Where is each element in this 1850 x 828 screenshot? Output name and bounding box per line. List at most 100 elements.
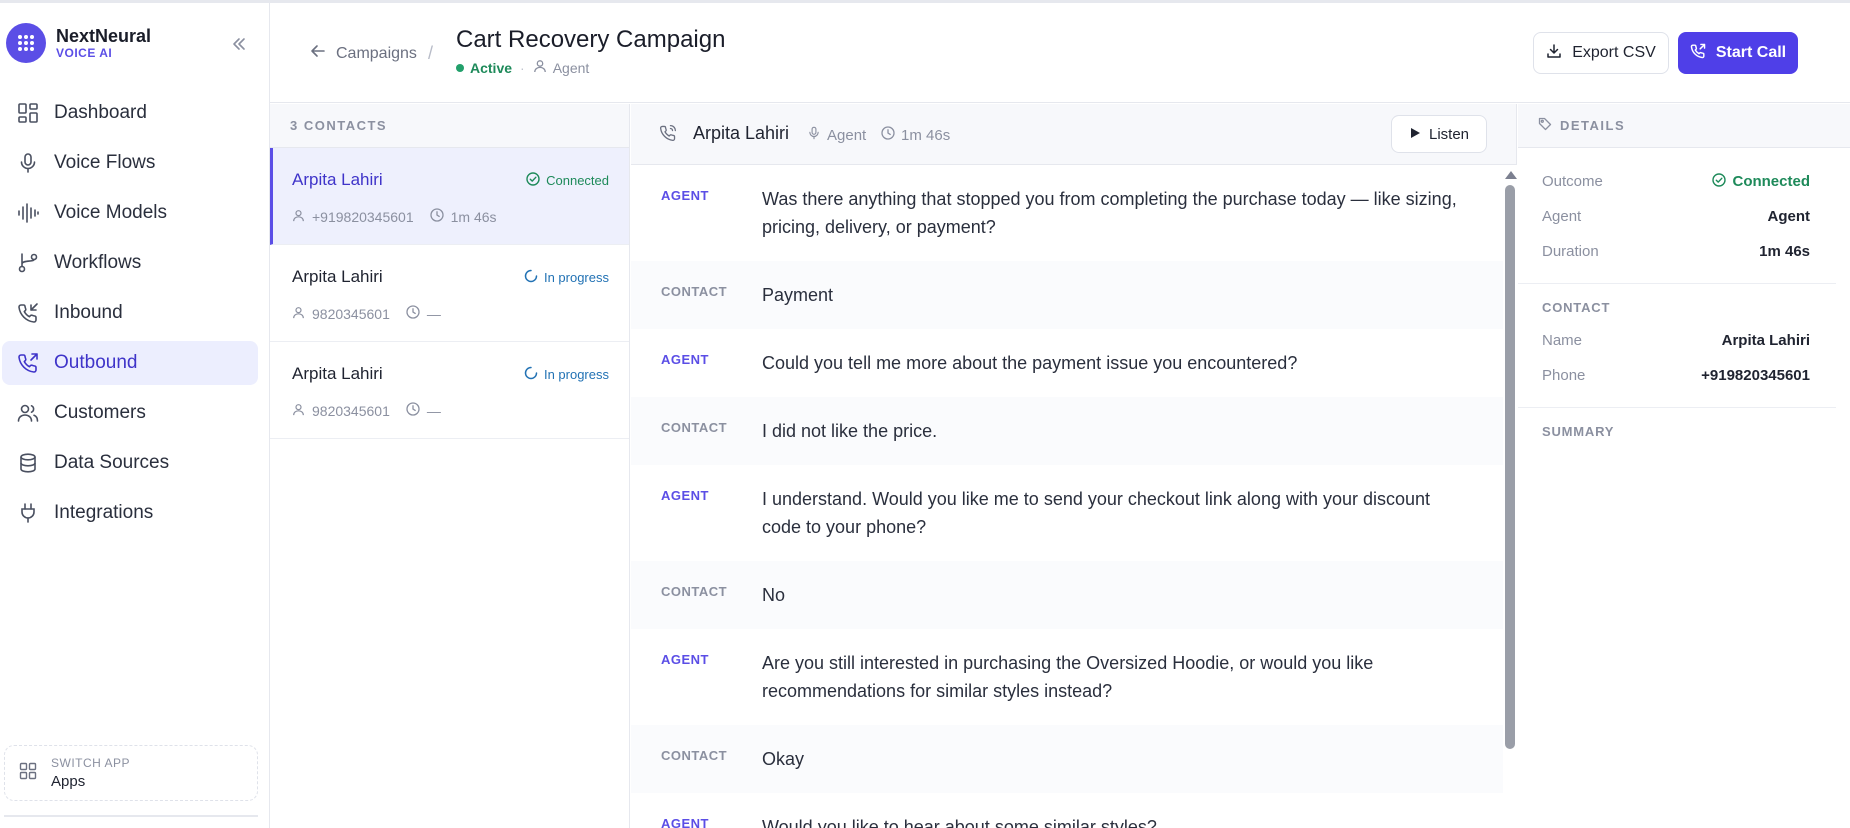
sidebar-item-label: Workflows [54,252,142,273]
dashboard-icon [16,101,40,125]
transcript-agent: Agent [807,126,866,144]
message-role: AGENT [661,188,709,203]
contact-name: Arpita Lahiri [292,170,383,189]
start-call-button[interactable]: Start Call [1678,32,1798,74]
sidebar-item-outbound[interactable]: Outbound [2,341,258,385]
transcript-message: AGENT Would you like to hear about some … [631,793,1503,828]
status-badge: In progress [543,270,609,285]
details-heading: DETAILS [1518,104,1850,148]
listen-button[interactable]: Listen [1391,115,1487,153]
sidebar-item-voice-models[interactable]: Voice Models [2,191,258,235]
detail-label: Agent [1542,208,1582,225]
breadcrumb-separator: / [428,43,434,63]
brand[interactable]: NextNeural VOICE AI [6,23,151,63]
user-icon [292,403,305,419]
message-role: CONTACT [661,748,728,763]
sidebar-item-label: Voice Models [54,202,168,223]
sidebar-item-inbound[interactable]: Inbound [2,291,258,335]
contacts-panel: 3 CONTACTS Arpita Lahiri Connected +9198… [270,104,630,828]
transcript-panel: Arpita Lahiri Agent 1m 46s Listen AGENT … [631,104,1517,828]
switch-app-button[interactable]: SWITCH APP Apps [4,745,258,801]
detail-value: +919820345601 [1701,367,1810,384]
transcript-message: CONTACT Okay [631,725,1503,793]
sidebar-item-label: Customers [54,402,146,423]
scrollbar-thumb[interactable] [1505,185,1515,749]
sidebar-item-voice-flows[interactable]: Voice Flows [2,141,258,185]
check-circle-icon [1712,172,1727,191]
sidebar-item-label: Inbound [54,302,123,323]
phone-outgoing-icon [16,351,40,375]
clock-icon [881,126,895,144]
export-csv-label: Export CSV [1572,44,1656,61]
message-role: AGENT [661,352,709,367]
detail-value: 1m 46s [1759,243,1810,260]
message-text: Payment [762,285,834,305]
sidebar-item-label: Dashboard [54,102,147,123]
scroll-up-arrow-icon[interactable] [1505,171,1517,179]
sidebar-item-dashboard[interactable]: Dashboard [2,91,258,135]
transcript-header: Arpita Lahiri Agent 1m 46s Listen [631,104,1516,165]
clock-icon [429,208,444,225]
user-icon [292,306,305,322]
transcript-message: CONTACT No [631,561,1503,629]
start-call-label: Start Call [1715,44,1787,61]
loading-spinner-icon [524,269,538,286]
transcript-scrollbar[interactable] [1503,165,1517,828]
transcript-message: AGENT Are you still interested in purcha… [631,629,1503,725]
section-title: CONTACT [1542,300,1611,315]
message-text: Okay [762,749,805,769]
detail-value: Agent [1767,208,1811,225]
message-text: I did not like the price. [762,421,938,441]
detail-row-name: Name Arpita Lahiri [1542,323,1810,358]
workflow-icon [16,251,40,275]
plug-icon [16,501,40,525]
waveform-icon [16,201,40,225]
apps-grid-icon [19,762,37,785]
download-icon [1546,43,1562,64]
sidebar-divider [4,815,258,817]
arrow-left-icon [310,43,326,64]
detail-label: Outcome [1542,173,1603,190]
export-csv-button[interactable]: Export CSV [1533,32,1669,74]
database-icon [16,451,40,475]
brand-subtitle: VOICE AI [56,46,113,60]
details-panel: DETAILS Outcome Connected Agent Agent Du… [1518,104,1850,828]
brand-name: NextNeural [56,26,152,46]
check-circle-icon [526,172,540,189]
transcript-message: AGENT Could you tell me more about the p… [631,329,1503,397]
microphone-icon [807,126,821,144]
detail-row-duration: Duration 1m 46s [1542,234,1810,269]
detail-label: Name [1542,332,1583,349]
sidebar-item-label: Integrations [54,502,154,523]
transcript-message: CONTACT I did not like the price. [631,397,1503,465]
transcript-messages[interactable]: AGENT Was there anything that stopped yo… [631,165,1503,828]
message-text: Are you still interested in purchasing t… [762,653,1374,701]
sidebar-item-workflows[interactable]: Workflows [2,241,258,285]
contact-list-item[interactable]: Arpita Lahiri Connected +919820345601 1m… [270,148,629,245]
back-to-campaigns-link[interactable]: Campaigns [310,43,417,64]
contact-list-item[interactable]: Arpita Lahiri In progress 9820345601 — [270,342,629,439]
collapse-sidebar-icon[interactable] [228,33,250,55]
details-call-section: Outcome Connected Agent Agent Duration 1… [1518,148,1836,284]
play-icon [1409,126,1421,143]
status-badge: Connected [546,173,609,188]
message-text: No [762,585,786,605]
microphone-icon [16,151,40,175]
message-role: AGENT [661,652,709,667]
message-role: CONTACT [661,584,728,599]
sidebar-item-integrations[interactable]: Integrations [2,491,258,535]
transcript-message: AGENT Was there anything that stopped yo… [631,165,1503,261]
transcript-agent-label: Agent [827,126,867,144]
phone-outgoing-icon [1690,43,1706,64]
sidebar-item-data-sources[interactable]: Data Sources [2,441,258,485]
contact-duration: 1m 46s [450,208,497,225]
transcript-message: CONTACT Payment [631,261,1503,329]
contact-name: Arpita Lahiri [292,364,383,383]
brand-logo-icon [6,23,46,63]
outcome-value: Connected [1732,173,1810,190]
message-text: Was there anything that stopped you from… [762,189,1457,237]
sidebar-item-customers[interactable]: Customers [2,391,258,435]
contacts-heading: 3 CONTACTS [270,104,629,148]
contact-list-item[interactable]: Arpita Lahiri In progress 9820345601 — [270,245,629,342]
contact-status: In progress [524,269,609,286]
